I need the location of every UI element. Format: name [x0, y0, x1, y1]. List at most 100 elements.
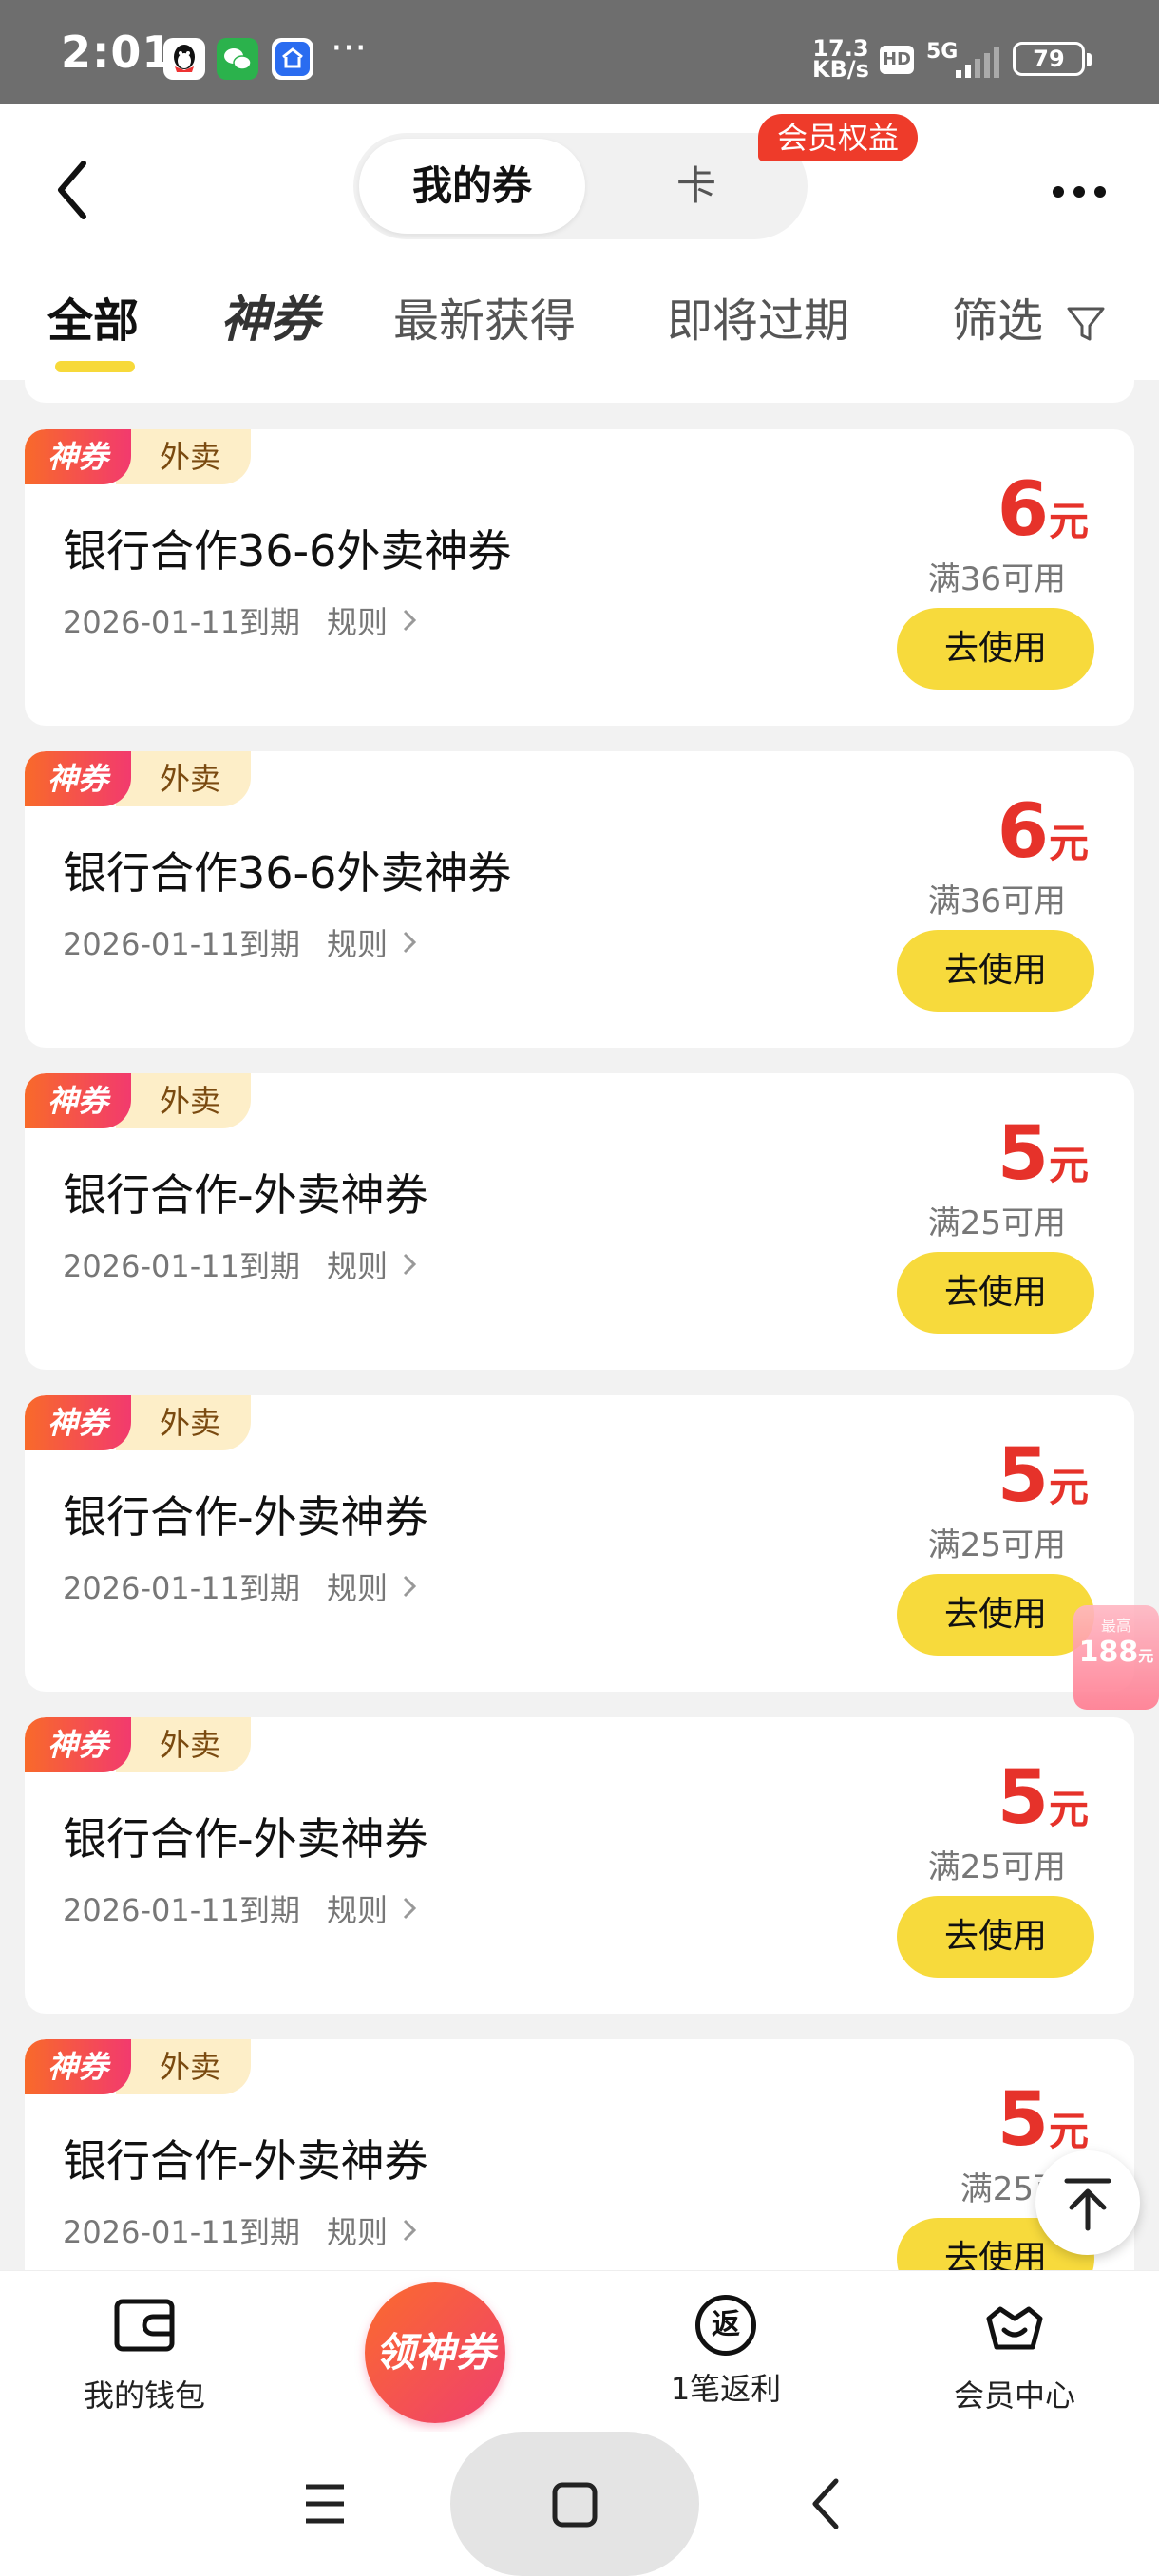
more-notifications: ··· [331, 27, 368, 70]
coupon-card[interactable]: 神券 外卖 银行合作-外卖神券 2026-01-11到期 规则 5元 满25可 去使用 [25, 2039, 1134, 2270]
home-square-icon [552, 2482, 598, 2528]
coupon-rules-link[interactable]: 规则 [327, 1242, 388, 1286]
bottom-nav: 我的钱包 领神券 返 1笔返利 会员中心 [0, 2270, 1159, 2433]
back-arrow-icon[interactable] [48, 152, 104, 228]
chevron-right-icon [403, 2219, 417, 2242]
use-coupon-button[interactable]: 去使用 [897, 608, 1094, 690]
shen-coupon-tag: 神券 [25, 1395, 131, 1450]
nav-wallet-label: 我的钱包 [83, 2377, 205, 2414]
nav-rebate-label: 1笔返利 [670, 2371, 782, 2407]
qq-app-icon [163, 38, 205, 80]
promo-amount-unit: 元 [1138, 1647, 1154, 1665]
coupon-expiry: 2026-01-11到期 [63, 1892, 300, 1928]
promo-amount: 188元 [1074, 1636, 1159, 1669]
coupon-list: 神券 外卖 银行合作36-6外卖神券 2026-01-11到期 规则 6元 满36可用 去使用… [0, 380, 1159, 2270]
network-speed: 17.3 KB/s [812, 37, 869, 83]
system-back-icon[interactable] [808, 2475, 846, 2532]
coupon-amount: 5元 [998, 1755, 1089, 1841]
coupon-amount: 5元 [998, 1111, 1089, 1197]
hd-badge: HD [880, 46, 914, 74]
chevron-right-icon [403, 931, 417, 954]
coupon-rules-label: 规则 [327, 1892, 389, 1928]
tab-filter-label: 筛选 [952, 294, 1044, 348]
use-coupon-button[interactable]: 去使用 [897, 930, 1094, 1012]
crown-basket-icon [986, 2306, 1043, 2350]
use-coupon-button[interactable]: 去使用 [897, 1252, 1094, 1334]
chevron-right-icon [403, 1575, 417, 1598]
coupon-condition: 满36可用 [927, 560, 1066, 598]
system-nav-bar [0, 2432, 1159, 2576]
browser-app-icon [272, 38, 314, 80]
coupon-card[interactable]: 神券 外卖 银行合作-外卖神券 2026-01-11到期 规则 5元 满25可用 去使用 [25, 1073, 1134, 1370]
coupon-rules-link[interactable]: 规则 [327, 598, 388, 642]
promo-label: 最高 [1100, 1617, 1131, 1635]
category-tag: 外卖 [116, 1717, 251, 1772]
tab-all[interactable]: 全部 [48, 283, 139, 350]
shen-coupon-tag: 神券 [25, 751, 131, 806]
coupon-condition: 满36可用 [927, 882, 1066, 920]
status-bar: 2:01 ··· 17.3 KB/s HD 5G 79 [0, 0, 1159, 104]
coupon-amount-unit: 元 [1048, 1464, 1089, 1510]
chevron-right-icon [403, 1897, 417, 1920]
tab-filter[interactable]: 筛选 [952, 283, 1107, 350]
coupon-title: 银行合作-外卖神券 [63, 1813, 428, 1865]
tab-newest[interactable]: 最新获得 [393, 283, 576, 350]
coupon-title: 银行合作-外卖神券 [63, 2135, 428, 2187]
promo-amount-value: 188 [1078, 1636, 1139, 1669]
filter-funnel-icon [1067, 307, 1105, 341]
coupon-amount: 6元 [998, 789, 1089, 875]
get-coupon-button[interactable]: 领神券 [365, 2282, 505, 2423]
menu-icon[interactable] [302, 2477, 348, 2530]
tab-shen-coupon[interactable]: 神券 [220, 279, 319, 350]
nav-wallet[interactable]: 我的钱包 [49, 2292, 239, 2415]
shen-coupon-tag: 神券 [25, 2039, 131, 2094]
coupon-rules-label: 规则 [327, 604, 389, 640]
tab-expiring[interactable]: 即将过期 [667, 283, 849, 350]
segment-my-coupons[interactable]: 我的券 [359, 139, 585, 234]
coupon-expiry: 2026-01-11到期 [63, 926, 300, 962]
wallet-icon [114, 2299, 175, 2352]
tab-active-indicator [55, 361, 135, 372]
header: 我的券 卡 会员权益 全部 神券 最新获得 即将过期 筛选 [0, 104, 1159, 380]
coupon-rules-link[interactable]: 规则 [327, 2208, 388, 2252]
coupon-amount-unit: 元 [1048, 2108, 1089, 2154]
promo-box: 最高 188元 [1074, 1605, 1159, 1710]
coupon-rules-link[interactable]: 规则 [327, 920, 388, 964]
coupon-title: 银行合作-外卖神券 [63, 1169, 428, 1221]
coupon-rules-link[interactable]: 规则 [327, 1564, 388, 1608]
member-benefits-badge[interactable]: 会员权益 [758, 114, 919, 161]
coupon-card[interactable]: 神券 外卖 银行合作-外卖神券 2026-01-11到期 规则 5元 满25可用 去使用 [25, 1717, 1134, 2014]
home-button[interactable] [450, 2432, 699, 2576]
nav-rebate[interactable]: 返 1笔返利 [631, 2292, 821, 2409]
shen-coupon-tag: 神券 [25, 429, 131, 484]
use-coupon-button[interactable]: 去使用 [897, 1896, 1094, 1978]
card-partial [25, 380, 1134, 403]
coupon-amount-value: 5 [997, 1111, 1049, 1197]
nav-member-center[interactable]: 会员中心 [920, 2292, 1110, 2415]
coupon-condition: 满25可用 [927, 1848, 1066, 1886]
coupon-title: 银行合作-外卖神券 [63, 1491, 428, 1543]
floating-promo[interactable]: 最高 188元 [1016, 1582, 1159, 1725]
category-tag: 外卖 [116, 1395, 251, 1450]
coupon-condition: 满25可用 [927, 1204, 1066, 1242]
rebate-icon-text: 返 [712, 2308, 740, 2341]
arrow-up-icon [1064, 2178, 1112, 2231]
coupon-card[interactable]: 神券 外卖 银行合作-外卖神券 2026-01-11到期 规则 5元 满25可用 去使用 [25, 1395, 1134, 1692]
rebate-icon: 返 [695, 2295, 756, 2356]
coupon-expiry: 2026-01-11到期 [63, 1570, 300, 1606]
coupon-rules-label: 规则 [327, 1248, 389, 1284]
battery-icon: 79 [1013, 42, 1085, 76]
coupon-amount: 5元 [998, 1433, 1089, 1519]
more-options-icon[interactable] [1045, 173, 1113, 211]
chevron-right-icon [403, 1253, 417, 1276]
network-speed-unit: KB/s [812, 56, 869, 83]
coupon-amount-value: 6 [997, 789, 1049, 875]
signal-icon [956, 47, 999, 78]
coupon-card[interactable]: 神券 外卖 银行合作36-6外卖神券 2026-01-11到期 规则 6元 满36可用 去使用 [25, 429, 1134, 726]
coupon-card[interactable]: 神券 外卖 银行合作36-6外卖神券 2026-01-11到期 规则 6元 满36可用 去使用 [25, 751, 1134, 1048]
back-to-top-button[interactable] [1036, 2150, 1140, 2255]
coupon-expiry: 2026-01-11到期 [63, 2214, 300, 2250]
coupon-amount-value: 5 [997, 1755, 1049, 1841]
coupon-rules-link[interactable]: 规则 [327, 1886, 388, 1930]
category-tag: 外卖 [116, 1073, 251, 1128]
